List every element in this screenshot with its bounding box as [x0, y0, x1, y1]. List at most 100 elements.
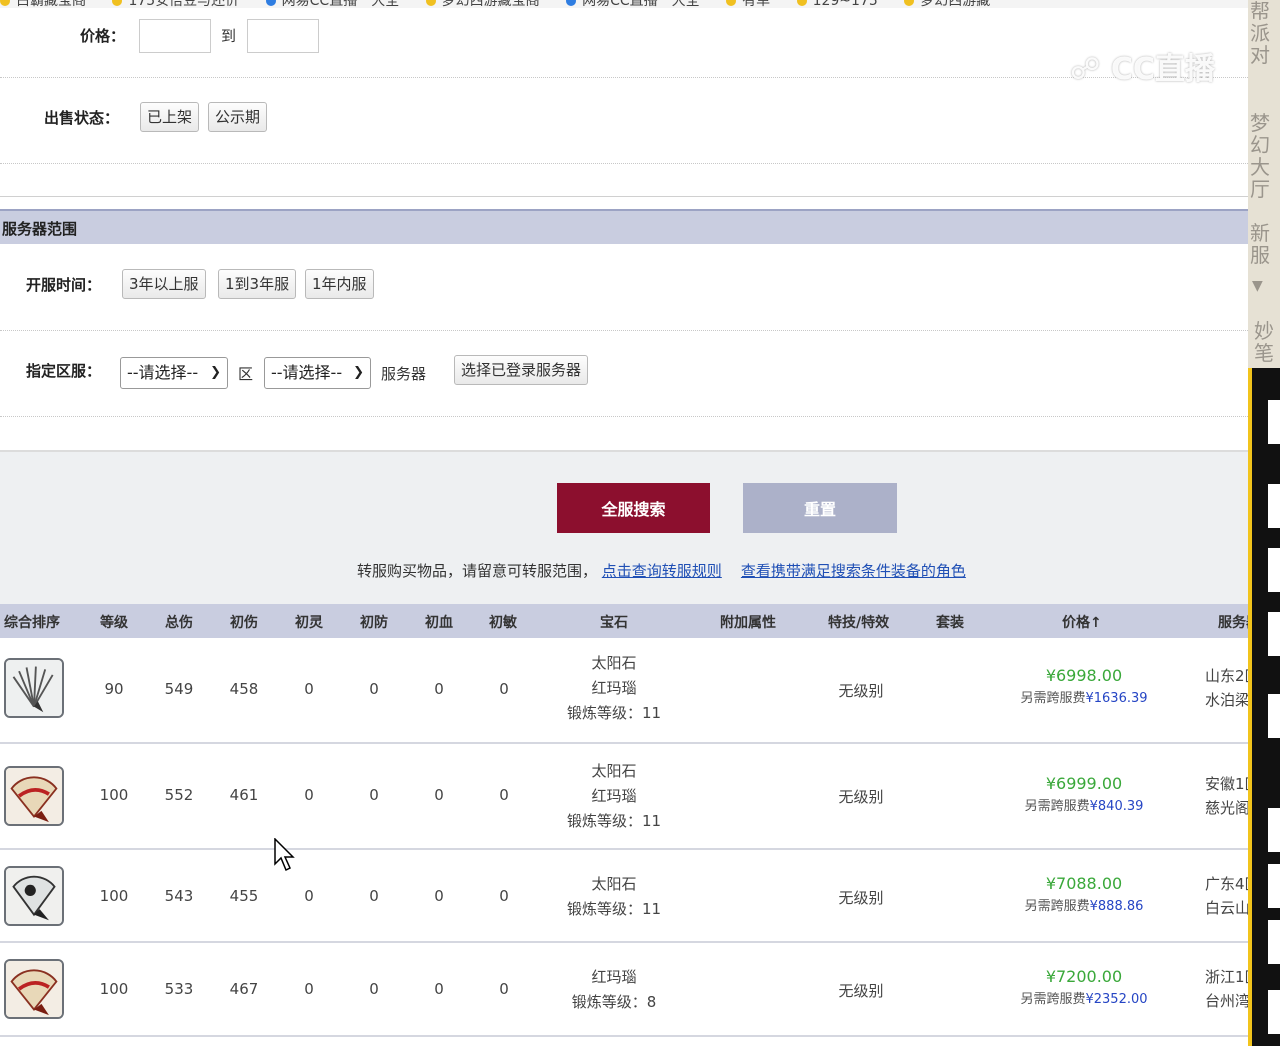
gems-cell: 太阳石 锻炼等级：11: [567, 872, 661, 922]
fee-label: 另需跨服费: [1024, 899, 1090, 914]
table-row[interactable]: 100 543 455 0 0 0 0 太阳石 锻炼等级：11 无级别 ¥708…: [0, 850, 1260, 943]
side-tab-misc[interactable]: 妙笔: [1248, 320, 1280, 364]
col-extra-attr: 附加属性: [720, 615, 776, 631]
col-price[interactable]: 价格↑: [1062, 612, 1102, 632]
region-select[interactable]: --请选择-- ❯: [120, 357, 228, 389]
chevron-down-icon: ❯: [210, 365, 221, 380]
fan-red-icon[interactable]: [4, 959, 64, 1019]
bookmark[interactable]: 网易CC直播一大全: [566, 0, 700, 8]
init-cell: 455: [229, 887, 259, 905]
search-area: 全服搜索 重置 转服购买物品，请留意可转服范围， 点击查询转服规则 查看携带满足…: [0, 450, 1248, 604]
choose-logged-server-button[interactable]: 选择已登录服务器: [454, 355, 589, 385]
hp-cell: 0: [434, 786, 444, 804]
hp-cell: 0: [434, 680, 444, 698]
skill-cell: 无级别: [838, 682, 884, 700]
open-time-label: 开服时间：: [26, 276, 102, 294]
region-suffix: 区: [238, 365, 254, 383]
agi-cell: 0: [499, 680, 509, 698]
divider: [0, 163, 1248, 164]
open-1to3-button[interactable]: 1到3年服: [218, 269, 297, 299]
chevron-down-icon[interactable]: ▼: [1252, 278, 1272, 294]
col-sort[interactable]: 综合排序: [4, 612, 60, 632]
bookmark-icon: [904, 0, 915, 6]
open-under1-button[interactable]: 1年内服: [305, 269, 374, 299]
table-row[interactable]: 100 552 461 0 0 0 0 太阳石 红玛瑙 锻炼等级：11 无级别 …: [0, 744, 1260, 850]
col-init-damage[interactable]: 初伤: [230, 612, 258, 632]
price-cell: ¥7200.00 另需跨服费¥2352.00: [1020, 965, 1147, 1011]
bookmark[interactable]: 梦幻西游藏: [904, 0, 990, 8]
gems-cell: 太阳石 红玛瑙 锻炼等级：11: [567, 759, 661, 834]
table-row[interactable]: 100 533 467 0 0 0 0 红玛瑙 锻炼等级：8 无级别 ¥7200…: [0, 943, 1260, 1037]
total-cell: 552: [164, 786, 194, 804]
matching-roles-link[interactable]: 查看携带满足搜索条件装备的角色: [741, 562, 966, 580]
skill-cell: 无级别: [838, 889, 884, 907]
side-tab-party[interactable]: 帮派对: [1248, 0, 1272, 66]
price-value: ¥7200.00: [1045, 967, 1123, 986]
bookmarks-bar: 白霸藏宝阁 175安倍豆与还价 网易CC直播一大全 梦幻西游藏宝阁 网易CC直播…: [0, 0, 1248, 8]
agi-cell: 0: [499, 980, 509, 998]
bookmark[interactable]: 网易CC直播一大全: [265, 0, 399, 8]
fan-ink-icon[interactable]: [4, 866, 64, 926]
side-tab-hall[interactable]: 梦幻大厅: [1248, 112, 1272, 200]
gem-line: 红玛瑙: [591, 787, 637, 805]
bookmark[interactable]: 有单: [726, 0, 770, 8]
price-max-input[interactable]: [247, 19, 319, 53]
page-main: 白霸藏宝阁 175安倍豆与还价 网易CC直播一大全 梦幻西游藏宝阁 网易CC直播…: [0, 0, 1265, 1046]
total-cell: 533: [164, 980, 194, 998]
mouse-cursor-icon: [274, 838, 295, 872]
bookmark[interactable]: 白霸藏宝阁: [0, 0, 86, 8]
def-cell: 0: [369, 680, 379, 698]
side-tab-new[interactable]: 新服: [1248, 222, 1272, 266]
reset-button[interactable]: 重置: [743, 483, 897, 533]
bookmark[interactable]: 129~175: [796, 0, 878, 8]
gem-line: 太阳石: [591, 875, 637, 893]
transfer-fee: 另需跨服费¥888.86: [1025, 896, 1144, 918]
fan-red-icon[interactable]: [4, 766, 64, 826]
fan-white-icon[interactable]: [4, 658, 64, 718]
col-init-agility[interactable]: 初敏: [489, 612, 517, 632]
level-cell: 100: [99, 786, 129, 804]
def-cell: 0: [369, 887, 379, 905]
search-all-button[interactable]: 全服搜索: [557, 483, 710, 533]
gem-line: 锻炼等级：11: [566, 900, 662, 918]
col-init-spirit[interactable]: 初灵: [295, 612, 323, 632]
server-suffix: 服务器: [381, 365, 427, 383]
transfer-rule-link[interactable]: 点击查询转服规则: [602, 562, 722, 580]
col-init-defense[interactable]: 初防: [360, 612, 388, 632]
server-select[interactable]: --请选择-- ❯: [264, 357, 371, 389]
col-total-damage[interactable]: 总伤: [165, 612, 193, 632]
price-cell: ¥7088.00 另需跨服费¥888.86: [1025, 872, 1144, 918]
table-row[interactable]: 90 549 458 0 0 0 0 太阳石 红玛瑙 锻炼等级：11 无级别 ¥…: [0, 638, 1265, 744]
fee-value: ¥2352.00: [1085, 992, 1148, 1007]
skill-cell: 无级别: [838, 982, 884, 1000]
gem-line: 红玛瑙: [591, 679, 637, 697]
agi-cell: 0: [499, 786, 509, 804]
skill-cell: 无级别: [838, 788, 884, 806]
watermark-text: CC直播: [1110, 52, 1215, 87]
cc-logo-icon: ☍: [1070, 52, 1101, 87]
fee-label: 另需跨服费: [1020, 691, 1086, 706]
accent-bar: [1248, 368, 1252, 1046]
gems-cell: 红玛瑙 锻炼等级：8: [572, 965, 657, 1015]
spirit-cell: 0: [304, 980, 314, 998]
open-3plus-button[interactable]: 3年以上服: [122, 269, 206, 299]
fee-value: ¥888.86: [1089, 899, 1144, 914]
bookmark-icon: [726, 0, 737, 6]
bookmark-icon: [796, 0, 807, 6]
bookmark[interactable]: 梦幻西游藏宝阁: [425, 0, 540, 8]
status-public-button[interactable]: 公示期: [208, 102, 268, 132]
col-set: 套装: [936, 615, 964, 631]
price-min-input[interactable]: [139, 19, 211, 53]
col-init-hp[interactable]: 初血: [425, 612, 453, 632]
bookmark[interactable]: 175安倍豆与还价: [112, 0, 239, 8]
bookmark-icon: [112, 0, 123, 6]
gem-line: 红玛瑙: [591, 968, 637, 986]
server-select-value: --请选择--: [271, 363, 343, 382]
status-listed-button[interactable]: 已上架: [140, 102, 200, 132]
level-cell: 100: [99, 980, 129, 998]
fee-value: ¥840.39: [1089, 799, 1144, 814]
server-range-header: 服务器范围: [0, 209, 1248, 244]
def-cell: 0: [369, 980, 379, 998]
spirit-cell: 0: [304, 887, 314, 905]
col-level[interactable]: 等级: [100, 612, 128, 632]
